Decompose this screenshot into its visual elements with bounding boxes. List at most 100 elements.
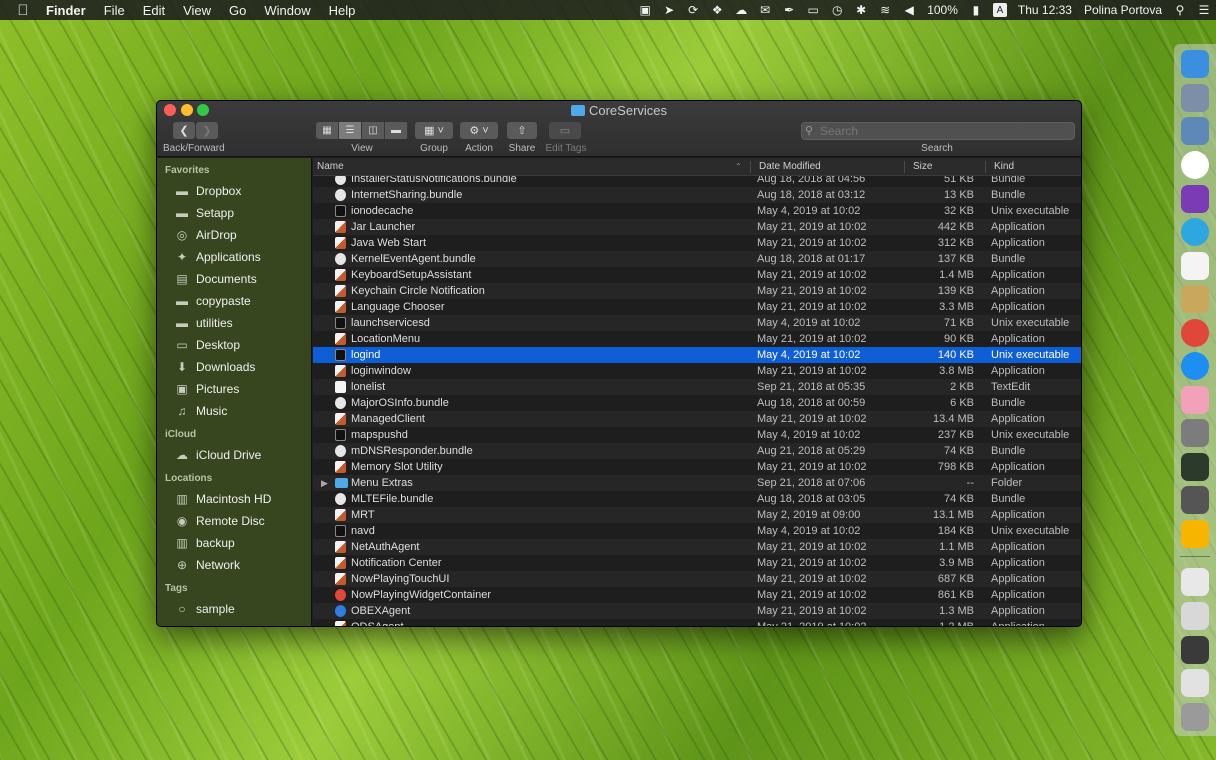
table-row[interactable]: MLTEFile.bundle Aug 18, 2018 at 03:05 74 K… xyxy=(313,491,1081,507)
column-view-button[interactable]: ◫ xyxy=(362,122,385,139)
table-row[interactable]: NetAuthAgent May 21, 2019 at 10:02 1.1 MB A… xyxy=(313,539,1081,555)
sidebar-item-dropbox[interactable]: ▬ Dropbox xyxy=(157,180,311,202)
spotlight-icon[interactable]: ⚲ xyxy=(1168,0,1192,20)
table-row[interactable]: Java Web Start May 21, 2019 at 10:02 312 K… xyxy=(313,235,1081,251)
gallery-view-button[interactable]: ▬ xyxy=(385,122,408,139)
column-size[interactable]: Size xyxy=(913,158,932,176)
table-row[interactable]: MajorOSInfo.bundle Aug 18, 2018 at 00:59 6… xyxy=(313,395,1081,411)
sidebar-item-applications[interactable]: ✦ Applications xyxy=(157,246,311,268)
sidebar-item-downloads[interactable]: ⬇ Downloads xyxy=(157,356,311,378)
airplay-icon[interactable]: ▭ xyxy=(801,0,825,20)
share-button[interactable]: ⇧ xyxy=(507,122,537,139)
window-thumbnail-1-icon[interactable] xyxy=(1181,568,1209,596)
table-row[interactable]: logind May 4, 2019 at 10:02 140 KB Unix exe… xyxy=(313,347,1081,363)
calendar-icon[interactable] xyxy=(1181,252,1209,280)
table-row[interactable]: MRT May 2, 2019 at 09:00 13.1 MB Applicatio… xyxy=(313,507,1081,523)
table-row[interactable]: KeyboardSetupAssistant May 21, 2019 at 10… xyxy=(313,267,1081,283)
sidebar-item-network[interactable]: ⊕ Network xyxy=(157,554,311,576)
volume-icon[interactable]: ◀ xyxy=(897,0,921,20)
location-icon[interactable]: ➤ xyxy=(657,0,681,20)
table-row[interactable]: LocationMenu May 21, 2019 at 10:02 90 KB Ap… xyxy=(313,331,1081,347)
table-row[interactable]: loginwindow May 21, 2019 at 10:02 3.8 MB Ap… xyxy=(313,363,1081,379)
table-row[interactable]: NowPlayingWidgetContainer May 21, 2019 at… xyxy=(313,587,1081,603)
edit-tags-button[interactable]: ▭ xyxy=(549,122,581,139)
table-row[interactable]: ▶ Menu Extras Sep 21, 2018 at 07:06 -- Folde… xyxy=(313,475,1081,491)
menu-window[interactable]: Window xyxy=(255,3,319,18)
menu-help[interactable]: Help xyxy=(320,3,365,18)
table-row[interactable]: OBEXAgent May 21, 2019 at 10:02 1.3 MB Appl… xyxy=(313,603,1081,619)
table-row[interactable]: InternetSharing.bundle Aug 18, 2018 at 03… xyxy=(313,187,1081,203)
action-button[interactable]: ⚙ ˅ xyxy=(460,122,498,139)
table-row[interactable]: ionodecache May 4, 2019 at 10:02 32 KB Unix… xyxy=(313,203,1081,219)
onenote-icon[interactable] xyxy=(1181,185,1209,213)
search-input[interactable] xyxy=(801,122,1075,140)
battery-percent[interactable]: 100% xyxy=(921,3,964,17)
table-row[interactable]: ManagedClient May 21, 2019 at 10:02 13.4 M… xyxy=(313,411,1081,427)
sidebar-item-music[interactable]: ♫ Music xyxy=(157,400,311,422)
sidebar-item-utilities[interactable]: ▬ utilities xyxy=(157,312,311,334)
sidebar-item-backup[interactable]: ▥ backup xyxy=(157,532,311,554)
table-row[interactable]: Jar Launcher May 21, 2019 at 10:02 442 KB A… xyxy=(313,219,1081,235)
sidebar-item-airdrop[interactable]: ◎ AirDrop xyxy=(157,224,311,246)
menu-go[interactable]: Go xyxy=(220,3,255,18)
sidebar-item-remote-disc[interactable]: ◉ Remote Disc xyxy=(157,510,311,532)
telegram-icon[interactable] xyxy=(1181,218,1209,246)
table-row[interactable]: Keychain Circle Notification May 21, 2019… xyxy=(313,283,1081,299)
sync-icon[interactable]: ⟳ xyxy=(681,0,705,20)
window-thumbnail-4-icon[interactable] xyxy=(1181,669,1209,697)
sidebar-item-pictures[interactable]: ▣ Pictures xyxy=(157,378,311,400)
table-row[interactable]: ODSAgent May 21, 2019 at 10:02 1.2 MB Appli… xyxy=(313,619,1081,626)
sidebar-item-sample[interactable]: ○ sample xyxy=(157,598,311,620)
column-kind[interactable]: Kind xyxy=(994,158,1014,176)
table-row[interactable]: mapspushd May 4, 2019 at 10:02 237 KB Unix … xyxy=(313,427,1081,443)
time-machine-icon[interactable]: ◷ xyxy=(825,0,849,20)
back-button[interactable]: ❮ xyxy=(173,122,195,139)
column-name[interactable]: Name xyxy=(317,158,344,176)
paw-icon[interactable] xyxy=(1181,386,1209,414)
forward-button[interactable]: ❯ xyxy=(196,122,218,139)
window-thumbnail-2-icon[interactable] xyxy=(1181,602,1209,630)
table-row[interactable]: lonelist Sep 21, 2018 at 05:35 2 KB TextEdi… xyxy=(313,379,1081,395)
wifi-icon[interactable]: ≋ xyxy=(873,0,897,20)
input-source-icon[interactable]: A xyxy=(992,3,1007,17)
sidebar-item-setapp[interactable]: ▬ Setapp xyxy=(157,202,311,224)
activity-monitor-icon[interactable] xyxy=(1181,453,1209,481)
notification-center-icon[interactable]: ☰ xyxy=(1192,0,1216,20)
sidebar-item-icloud-drive[interactable]: ☁ iCloud Drive xyxy=(157,444,311,466)
column-date-modified[interactable]: Date Modified xyxy=(759,158,821,176)
clock[interactable]: Thu 12:33 xyxy=(1012,3,1078,17)
battery-icon[interactable]: ▮ xyxy=(964,0,988,20)
menu-edit[interactable]: Edit xyxy=(134,3,174,18)
notes-icon[interactable] xyxy=(1181,285,1209,313)
icon-view-button[interactable]: ▦ xyxy=(316,122,339,139)
disclosure-triangle-icon[interactable]: ▶ xyxy=(321,475,328,491)
screenshot-tool-icon[interactable]: ▣ xyxy=(633,0,657,20)
launchpad-icon[interactable] xyxy=(1181,84,1209,112)
finder-icon[interactable] xyxy=(1181,50,1209,78)
window-thumbnail-3-icon[interactable] xyxy=(1181,636,1209,664)
sidebar-item-copypaste[interactable]: ▬ copypaste xyxy=(157,290,311,312)
sidebar-item-macintosh-hd[interactable]: ▥ Macintosh HD xyxy=(157,488,311,510)
cloud-app-icon[interactable]: ☁ xyxy=(729,0,753,20)
menu-view[interactable]: View xyxy=(174,3,220,18)
sidebar-item-desktop[interactable]: ▭ Desktop xyxy=(157,334,311,356)
sketch-icon[interactable] xyxy=(1181,520,1209,548)
setapp-icon[interactable] xyxy=(1181,486,1209,514)
table-row[interactable]: Notification Center May 21, 2019 at 10:02… xyxy=(313,555,1081,571)
user-name[interactable]: Polina Portova xyxy=(1078,3,1168,17)
bluetooth-icon[interactable]: ✱ xyxy=(849,0,873,20)
group-button[interactable]: ▦ ˅ xyxy=(415,122,453,139)
table-row[interactable]: launchservicesd May 4, 2019 at 10:02 71 KB… xyxy=(313,315,1081,331)
table-row[interactable]: Language Chooser May 21, 2019 at 10:02 3.3… xyxy=(313,299,1081,315)
dropbox-icon[interactable]: ❖ xyxy=(705,0,729,20)
list-view-button[interactable]: ☰ xyxy=(339,122,362,139)
apple-menu-icon[interactable]:  xyxy=(0,2,46,19)
slack-icon[interactable] xyxy=(1181,151,1209,179)
chrome-icon[interactable] xyxy=(1181,319,1209,347)
trash-icon[interactable] xyxy=(1181,703,1209,731)
menu-app-name[interactable]: Finder xyxy=(46,3,95,18)
preview-icon[interactable] xyxy=(1181,117,1209,145)
menu-file[interactable]: File xyxy=(95,3,134,18)
table-row[interactable]: KernelEventAgent.bundle Aug 18, 2018 at 0… xyxy=(313,251,1081,267)
feather-icon[interactable]: ✒ xyxy=(777,0,801,20)
